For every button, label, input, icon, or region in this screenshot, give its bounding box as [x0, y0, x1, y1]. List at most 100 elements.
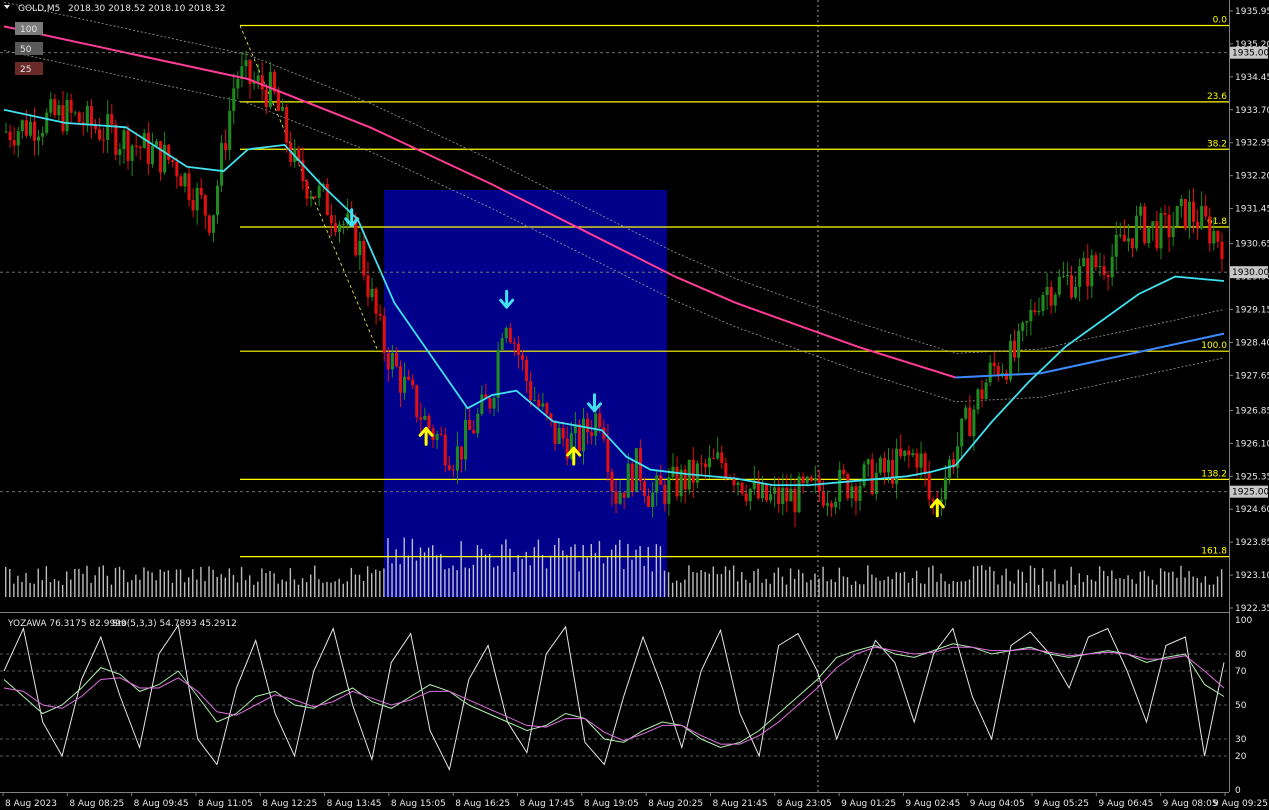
volume-bar — [1013, 583, 1015, 597]
candle-body — [451, 469, 455, 471]
volume-bar — [57, 580, 60, 597]
candle-body — [834, 501, 838, 508]
volume-bar — [566, 555, 568, 597]
volume-bar — [696, 572, 698, 597]
candle-body — [886, 460, 891, 473]
candle-body — [500, 338, 504, 350]
volume-bar — [769, 583, 771, 597]
candle-body — [1029, 310, 1033, 322]
fib-label: 23.6 — [1207, 92, 1227, 102]
volume-bar — [460, 541, 462, 597]
candle-body — [370, 288, 374, 297]
volume-bar — [289, 568, 292, 597]
candle-body — [1200, 206, 1204, 229]
volume-bar — [167, 570, 170, 597]
volume-bar — [1192, 576, 1194, 597]
candle-body — [211, 215, 215, 233]
candle-body — [12, 140, 16, 146]
candle-body — [447, 465, 451, 470]
candle-body — [773, 487, 777, 494]
indicator-level-label: 100 — [1235, 616, 1252, 626]
volume-bar — [310, 574, 312, 597]
candle-body — [146, 133, 150, 165]
volume-bar — [850, 584, 853, 597]
volume-bar — [147, 570, 149, 597]
volume-bar — [671, 582, 674, 597]
volume-bar — [127, 582, 129, 597]
volume-bar — [993, 571, 995, 597]
candle-body — [187, 173, 191, 201]
volume-bar — [1005, 568, 1007, 597]
candle-body — [1151, 221, 1155, 228]
candle-body — [980, 389, 984, 400]
volume-bar — [228, 568, 231, 597]
volume-bar — [785, 584, 788, 597]
volume-bar — [1135, 583, 1137, 597]
candle-body — [37, 136, 41, 141]
time-tick-label: 8 Aug 13:45 — [327, 799, 382, 809]
volume-bar — [220, 574, 222, 597]
volume-bar — [627, 543, 629, 597]
candle-body — [472, 429, 476, 434]
time-tick-label: 9 Aug 08:05 — [1163, 799, 1218, 809]
candle-body — [386, 352, 390, 370]
candle-body — [1106, 274, 1110, 278]
volume-bar — [907, 582, 910, 597]
candle-body — [866, 459, 870, 465]
volume-bar — [972, 566, 975, 597]
symbol-label: GOLD,M5 — [18, 4, 60, 14]
candle-body — [785, 487, 789, 502]
volume-bar — [13, 583, 15, 597]
candle-body — [382, 315, 386, 353]
candle-body — [943, 477, 947, 500]
volume-bar — [342, 583, 344, 597]
candle-body — [1102, 266, 1106, 275]
badge-group[interactable]: 100 50 25 — [15, 22, 43, 75]
candle-body — [854, 486, 858, 501]
candle-body — [594, 413, 598, 436]
candle-body — [1049, 287, 1053, 306]
candle-body — [850, 486, 854, 499]
volume-bar — [684, 579, 686, 597]
volume-bar — [188, 577, 190, 597]
volume-bar — [1208, 584, 1211, 597]
volume-bar — [737, 581, 739, 597]
candle-body — [464, 419, 468, 460]
candle-body — [923, 453, 927, 474]
volume-bar — [989, 566, 991, 597]
candle-body — [28, 121, 32, 136]
candle-body — [435, 434, 439, 440]
volume-bar — [45, 566, 48, 597]
candle-body — [1196, 221, 1200, 229]
candle-body — [1013, 340, 1017, 358]
chart-header[interactable]: GOLD,M5 2018.30 2018.52 2018.10 2018.32 — [4, 4, 225, 14]
volume-bar — [21, 581, 23, 597]
candle-body — [476, 413, 480, 434]
candle-body — [882, 458, 886, 473]
candle-body — [419, 417, 423, 420]
volume-bar — [1025, 582, 1028, 597]
candle-body — [618, 492, 622, 504]
volume-bar — [86, 565, 88, 597]
volume-bar — [131, 580, 133, 597]
price-tag-label: 1930.00 — [1232, 268, 1269, 278]
volume-bar — [1086, 575, 1089, 597]
volume-bar — [1054, 569, 1056, 597]
volume-bar — [818, 578, 820, 597]
volume-bar — [659, 546, 662, 597]
candle-body — [20, 120, 24, 132]
candle-body — [4, 131, 8, 133]
volume-bar — [375, 569, 377, 597]
candle-body — [610, 471, 614, 492]
volume-bar — [509, 548, 511, 597]
candle-body — [1167, 214, 1171, 237]
volume-bar — [1001, 575, 1003, 597]
volume-bar — [1070, 566, 1072, 597]
candle-body — [809, 477, 813, 481]
candle-body — [895, 448, 899, 484]
volume-bar — [517, 555, 519, 597]
volume-bar — [574, 544, 576, 597]
volume-bar — [448, 568, 450, 597]
candle-body — [488, 398, 492, 409]
volume-bar — [1037, 584, 1040, 597]
